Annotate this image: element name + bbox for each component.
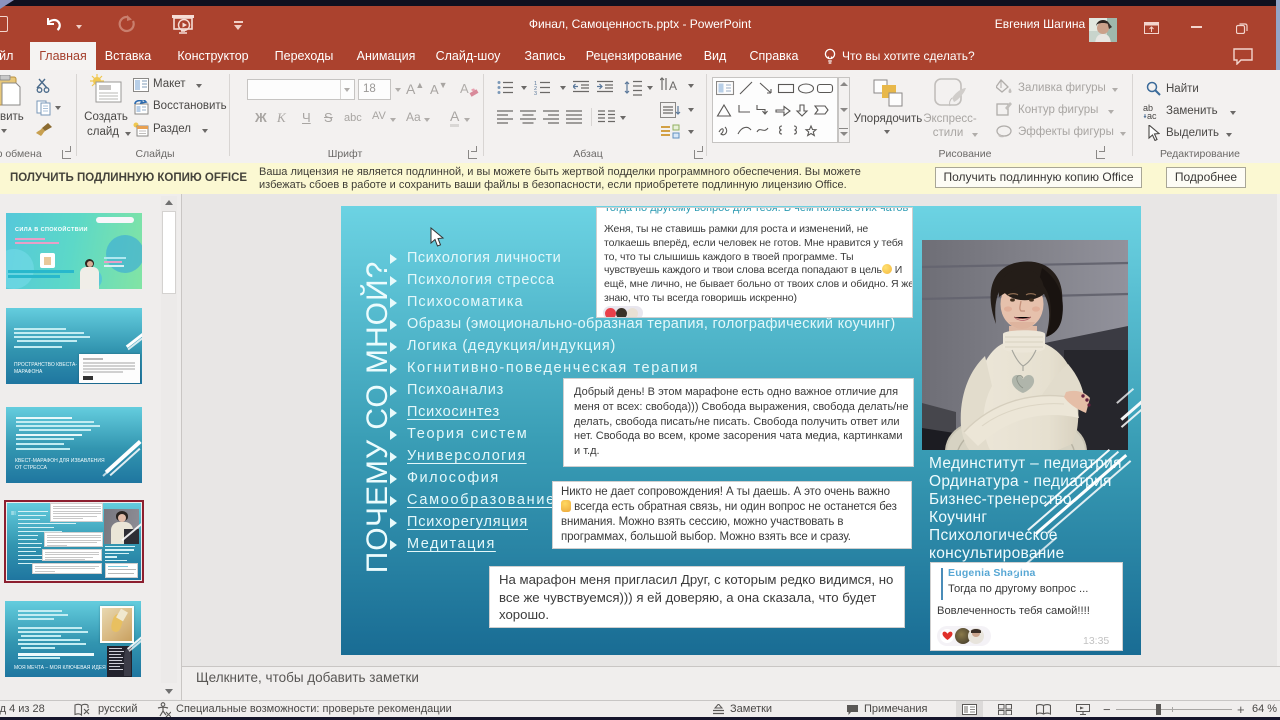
svg-text:А: А bbox=[460, 81, 469, 96]
svg-text:ac: ac bbox=[1147, 111, 1157, 120]
svg-text:А: А bbox=[669, 79, 677, 93]
svg-text:3: 3 bbox=[534, 91, 537, 95]
